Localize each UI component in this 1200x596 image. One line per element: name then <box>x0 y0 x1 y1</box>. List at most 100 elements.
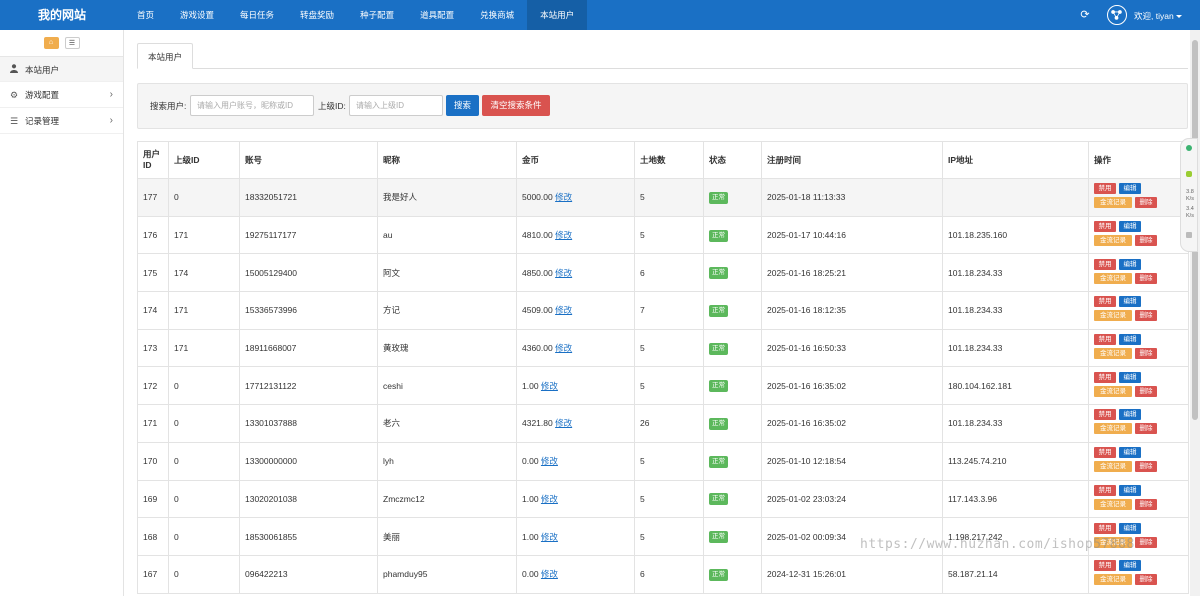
cell-land: 5 <box>634 366 704 406</box>
nav-item[interactable]: 每日任务 <box>227 0 287 30</box>
edit-button[interactable]: 编辑 <box>1119 221 1141 233</box>
user-menu[interactable]: 欢迎, tiyan <box>1134 0 1182 30</box>
search-user-label: 搜索用户: <box>150 101 187 111</box>
cell-actions: 禁用 编辑 金流记录 删除 <box>1088 328 1189 368</box>
edit-coins-link[interactable]: 修改 <box>541 569 558 579</box>
coin-flow-button[interactable]: 金流记录 <box>1094 423 1132 435</box>
edit-button[interactable]: 编辑 <box>1119 560 1141 572</box>
delete-button[interactable]: 删除 <box>1135 235 1157 247</box>
table-header-row: 用户ID 上级ID 账号 昵称 金币 土地数 状态 注册时间 IP地址 操作 <box>137 141 1189 179</box>
cell-status: 正常 <box>703 328 762 368</box>
edit-coins-link[interactable]: 修改 <box>555 192 572 202</box>
edit-button[interactable]: 编辑 <box>1119 334 1141 346</box>
coin-flow-button[interactable]: 金流记录 <box>1094 348 1132 360</box>
action-group: 禁用 编辑 金流记录 删除 <box>1094 409 1164 437</box>
cell-parent: 0 <box>168 517 240 556</box>
coin-flow-button[interactable]: 金流记录 <box>1094 310 1132 322</box>
ban-button[interactable]: 禁用 <box>1094 447 1116 459</box>
coins-value: 5000.00 <box>522 192 553 203</box>
search-panel: 搜索用户: 上级ID: 搜索 清空搜索条件 <box>137 83 1188 129</box>
coin-flow-button[interactable]: 金流记录 <box>1094 385 1132 397</box>
nav-item[interactable]: 转盘奖励 <box>287 0 347 30</box>
ban-button[interactable]: 禁用 <box>1094 334 1116 346</box>
cell-status: 正常 <box>703 291 762 330</box>
edit-button[interactable]: 编辑 <box>1119 258 1141 270</box>
sidebar-item-records[interactable]: ☰ 记录管理 › <box>0 108 123 134</box>
ban-button[interactable]: 禁用 <box>1094 221 1116 233</box>
list-icon: ☰ <box>9 116 19 126</box>
edit-button[interactable]: 编辑 <box>1119 371 1141 383</box>
edit-button[interactable]: 编辑 <box>1119 409 1141 421</box>
cell-land: 5 <box>634 441 704 481</box>
ban-button[interactable]: 禁用 <box>1094 409 1116 421</box>
avatar[interactable] <box>1107 5 1127 25</box>
ban-button[interactable]: 禁用 <box>1094 258 1116 270</box>
brand-title[interactable]: 我的网站 <box>0 0 124 30</box>
delete-button[interactable]: 删除 <box>1135 423 1157 435</box>
tab-users[interactable]: 本站用户 <box>137 43 194 69</box>
table-row: 174 171 15336573996 方记 4509.00 修改 7 正常 2025-01-… <box>137 291 1189 330</box>
delete-button[interactable]: 删除 <box>1135 574 1157 586</box>
delete-button[interactable]: 删除 <box>1135 310 1157 322</box>
ban-button[interactable]: 禁用 <box>1094 522 1116 534</box>
delete-button[interactable]: 删除 <box>1135 348 1157 360</box>
delete-button[interactable]: 删除 <box>1135 536 1157 548</box>
cell-land: 6 <box>634 554 704 594</box>
refresh-icon[interactable]: ⟳ <box>1078 8 1092 22</box>
nav-item[interactable]: 兑换商城 <box>467 0 527 30</box>
list-toggle-icon[interactable]: ☰ <box>64 37 80 49</box>
nav-item[interactable]: 本站用户 <box>527 0 588 30</box>
search-user-input[interactable] <box>190 95 314 116</box>
delete-button[interactable]: 删除 <box>1135 385 1157 397</box>
nav-item[interactable]: 种子配置 <box>347 0 407 30</box>
edit-button[interactable]: 编辑 <box>1119 183 1141 195</box>
coin-flow-button[interactable]: 金流记录 <box>1094 235 1132 247</box>
edit-coins-link[interactable]: 修改 <box>541 532 558 542</box>
status-badge: 正常 <box>709 493 728 506</box>
edit-button[interactable]: 编辑 <box>1119 296 1141 308</box>
sidebar-item-game-config[interactable]: ⚙ 游戏配置 › <box>0 82 123 108</box>
cell-land: 5 <box>634 328 704 368</box>
edit-coins-link[interactable]: 修改 <box>541 456 558 466</box>
main-content: 本站用户 搜索用户: 上级ID: 搜索 清空搜索条件 用户ID 上级ID 账号 … <box>125 30 1189 596</box>
edit-coins-link[interactable]: 修改 <box>555 305 572 315</box>
sidebar-item-users[interactable]: 本站用户 <box>0 56 123 82</box>
edit-button[interactable]: 编辑 <box>1119 447 1141 459</box>
ban-button[interactable]: 禁用 <box>1094 371 1116 383</box>
delete-button[interactable]: 删除 <box>1135 272 1157 284</box>
cell-land: 5 <box>634 178 704 217</box>
coin-flow-button[interactable]: 金流记录 <box>1094 272 1132 284</box>
edit-coins-link[interactable]: 修改 <box>555 343 572 353</box>
edit-coins-link[interactable]: 修改 <box>541 494 558 504</box>
ban-button[interactable]: 禁用 <box>1094 183 1116 195</box>
nav-item[interactable]: 首页 <box>124 0 167 30</box>
edit-coins-link[interactable]: 修改 <box>555 230 572 240</box>
cell-parent: 0 <box>168 366 240 406</box>
delete-button[interactable]: 删除 <box>1135 461 1157 473</box>
cell-parent: 174 <box>168 253 240 293</box>
ban-button[interactable]: 禁用 <box>1094 484 1116 496</box>
delete-button[interactable]: 删除 <box>1135 498 1157 510</box>
edit-coins-link[interactable]: 修改 <box>541 381 558 391</box>
cell-status: 正常 <box>703 178 762 217</box>
nav-item[interactable]: 游戏设置 <box>167 0 227 30</box>
ban-button[interactable]: 禁用 <box>1094 296 1116 308</box>
edit-coins-link[interactable]: 修改 <box>555 268 572 278</box>
parent-id-input[interactable] <box>349 95 443 116</box>
edit-button[interactable]: 编辑 <box>1119 484 1141 496</box>
floating-speed-widget[interactable]: 3.8 K/s 3.4 K/s <box>1180 138 1198 252</box>
coin-flow-button[interactable]: 金流记录 <box>1094 498 1132 510</box>
search-button[interactable]: 搜索 <box>446 95 479 116</box>
delete-button[interactable]: 删除 <box>1135 197 1157 209</box>
cell-id: 172 <box>137 366 169 406</box>
edit-button[interactable]: 编辑 <box>1119 522 1141 534</box>
ban-button[interactable]: 禁用 <box>1094 560 1116 572</box>
coin-flow-button[interactable]: 金流记录 <box>1094 461 1132 473</box>
clear-search-button[interactable]: 清空搜索条件 <box>482 95 550 116</box>
coin-flow-button[interactable]: 金流记录 <box>1094 574 1132 586</box>
nav-item[interactable]: 道具配置 <box>407 0 467 30</box>
home-icon[interactable]: ⌂ <box>43 37 59 49</box>
cell-coins: 1.00 修改 <box>516 517 635 556</box>
coin-flow-button[interactable]: 金流记录 <box>1094 197 1132 209</box>
edit-coins-link[interactable]: 修改 <box>555 418 572 428</box>
